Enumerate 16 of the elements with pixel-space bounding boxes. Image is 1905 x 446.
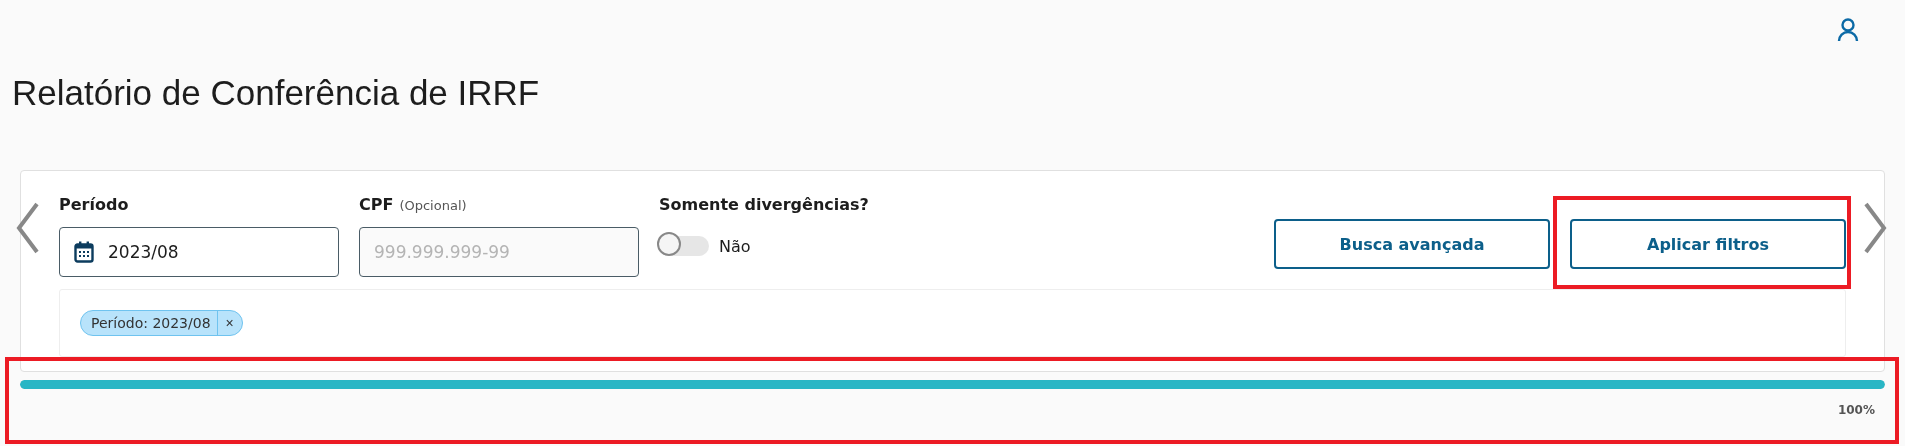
field-label: Somente divergências? (659, 195, 870, 215)
chevron-right-icon[interactable] (1862, 201, 1888, 255)
progress-reading: 100% (1837, 403, 1875, 417)
field-label: Período (59, 195, 130, 215)
close-button[interactable]: × (216, 311, 242, 335)
field-label: CPF (Opcional) (359, 195, 468, 215)
advanced-search-button[interactable]: Busca avançada (1274, 219, 1550, 269)
cpf-field[interactable]: 999.999.999-99 (359, 227, 639, 277)
page-title: Relatório de Conferência de IRRF (12, 72, 541, 114)
chevron-left-icon[interactable] (15, 201, 41, 255)
user-icon[interactable] (1837, 18, 1859, 42)
calendar-icon (74, 241, 94, 263)
tag-label: Período: 2023/08 (91, 315, 212, 331)
period-field[interactable]: 2023/08 (59, 227, 339, 277)
toggle-label: Não (719, 236, 751, 256)
apply-button[interactable]: Aplicar filtros (1570, 219, 1846, 269)
